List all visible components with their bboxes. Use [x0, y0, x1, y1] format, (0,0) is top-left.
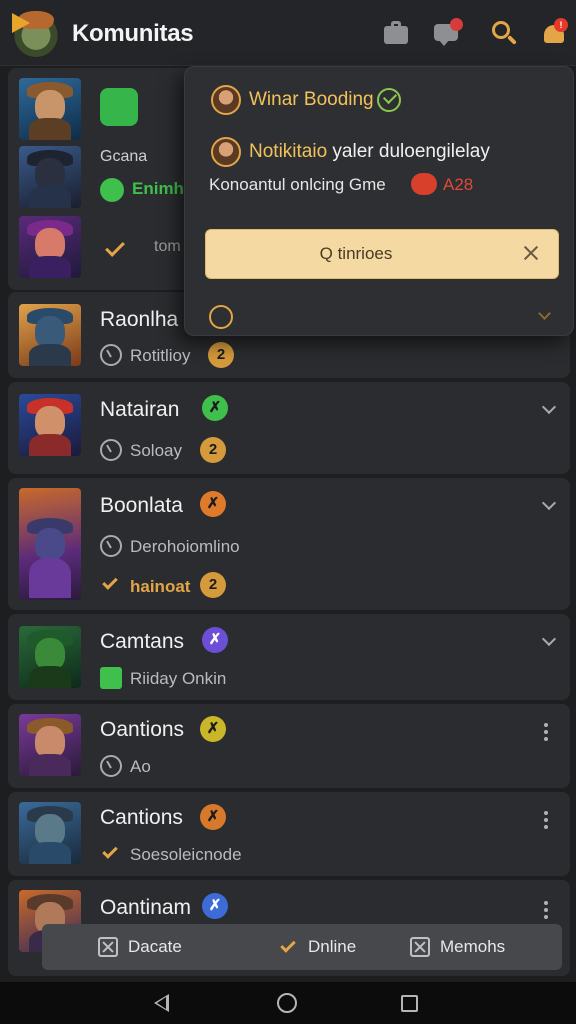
action-label: Memohs — [440, 937, 506, 956]
tag-icon: 2 — [200, 437, 226, 463]
notification-highlight: Notikitaio — [249, 141, 328, 162]
list-item-subtitle: Soesoleicnode — [130, 845, 242, 864]
clock-icon — [100, 535, 122, 557]
list-item-name: Oantinam — [100, 896, 192, 919]
home-icon[interactable] — [277, 993, 297, 1013]
list-item-name: Cantions — [100, 806, 183, 829]
more-icon[interactable] — [544, 908, 548, 912]
action-decline[interactable]: Dacate — [98, 924, 182, 970]
avatar — [19, 488, 81, 600]
tag-icon: ✗ — [202, 627, 228, 653]
list-item[interactable]: Cantions ✗ Soesoleicnode — [8, 792, 570, 876]
top-card-subtitle: tom — [154, 238, 181, 255]
list-item[interactable]: Natairan ✗ Soloay 2 — [8, 382, 570, 474]
action-online[interactable]: Dnline — [278, 924, 356, 970]
notification-status: Konoantul onlcing Gme — [209, 175, 386, 194]
avatar — [19, 394, 81, 456]
list-item-subtitle: Ao — [130, 757, 151, 776]
page-title: Komunitas — [72, 20, 194, 47]
bell-icon[interactable]: ! — [540, 18, 570, 48]
chat-icon[interactable] — [432, 18, 463, 48]
list-item-name: Oantions — [100, 718, 185, 741]
notification-body: yaler duloengilelay — [327, 141, 490, 162]
more-icon[interactable] — [544, 730, 548, 734]
tag-icon: ✗ — [200, 716, 226, 742]
list-item-name: Boonlata — [100, 494, 183, 517]
popover-title: Winar Booding — [249, 89, 374, 110]
app-bar: Komunitas ! — [0, 0, 576, 66]
clock-icon — [100, 755, 122, 777]
close-box-icon — [410, 937, 430, 957]
chevron-down-icon[interactable] — [538, 307, 551, 320]
top-card-status: Enimh — [132, 179, 184, 198]
chevron-down-icon[interactable] — [541, 495, 557, 511]
notification-text[interactable]: Notikitaio yaler duloengilelay — [249, 141, 490, 163]
avatar — [211, 85, 241, 115]
briefcase-icon[interactable] — [382, 18, 412, 48]
avatar — [19, 304, 81, 366]
list-item-name: Raonlha — [100, 308, 179, 331]
system-nav-bar — [0, 982, 576, 1024]
notification-count: A28 — [443, 175, 474, 194]
game-controller-icon — [411, 173, 437, 195]
status-icon — [100, 178, 124, 202]
avatar — [19, 802, 81, 864]
action-label: Dacate — [128, 937, 182, 956]
list-item[interactable]: Boonlata ✗ Derohoiomlino hainoat 2 — [8, 478, 570, 610]
verified-icon — [377, 88, 401, 112]
list-item-name: Camtans — [100, 630, 185, 653]
list-item[interactable]: Camtans ✗ Riiday Onkin — [8, 614, 570, 700]
avatar — [19, 146, 81, 208]
clock-icon — [100, 344, 122, 366]
check-icon — [100, 574, 122, 596]
back-icon[interactable] — [154, 994, 169, 1012]
list-item-subtitle: Derohoiomlino — [130, 537, 240, 556]
notification-popover: Winar Booding Notikitaio yaler duloengil… — [184, 66, 574, 336]
avatar — [19, 216, 81, 278]
recent-apps-icon[interactable] — [401, 995, 418, 1012]
search-field[interactable] — [205, 229, 559, 279]
check-icon — [278, 937, 298, 957]
list-item-subtitle: Rotitlioy — [130, 346, 191, 365]
list-item[interactable]: Oantions ✗ Ao — [8, 704, 570, 788]
tag-icon: ✗ — [202, 395, 228, 421]
tag-icon: ✗ — [202, 893, 228, 919]
avatar — [19, 78, 81, 140]
logo-icon[interactable] — [12, 9, 60, 57]
tag-icon: ✗ — [200, 491, 226, 517]
tag-icon: 2 — [208, 342, 234, 368]
chevron-down-icon[interactable] — [541, 399, 557, 415]
list-item-status: hainoat — [130, 577, 191, 596]
avatar — [19, 714, 81, 776]
action-members[interactable]: Memohs — [410, 924, 505, 970]
list-item-name: Natairan — [100, 398, 180, 421]
notification-badge: ! — [554, 18, 568, 32]
list-item-subtitle: Riiday Onkin — [130, 669, 227, 688]
clock-icon — [100, 439, 122, 461]
search-input[interactable] — [206, 230, 506, 278]
action-label: Dnline — [308, 937, 357, 956]
check-icon — [100, 667, 122, 689]
chevron-down-icon[interactable] — [541, 631, 557, 647]
more-icon[interactable] — [544, 818, 548, 822]
close-box-icon — [98, 937, 118, 957]
avatar — [19, 626, 81, 688]
badge-icon — [100, 236, 130, 262]
close-icon[interactable] — [522, 244, 540, 262]
action-bar: Dacate Dnline Memohs — [42, 924, 562, 970]
top-card-subtitle: Gcana — [100, 148, 148, 165]
game-badge-icon — [100, 88, 138, 126]
avatar — [211, 137, 241, 167]
check-icon — [100, 843, 122, 865]
settings-icon[interactable] — [209, 305, 233, 329]
tag-icon: ✗ — [200, 804, 226, 830]
tag-icon: 2 — [200, 572, 226, 598]
search-icon[interactable] — [490, 18, 520, 48]
list-item-subtitle: Soloay — [130, 441, 182, 460]
